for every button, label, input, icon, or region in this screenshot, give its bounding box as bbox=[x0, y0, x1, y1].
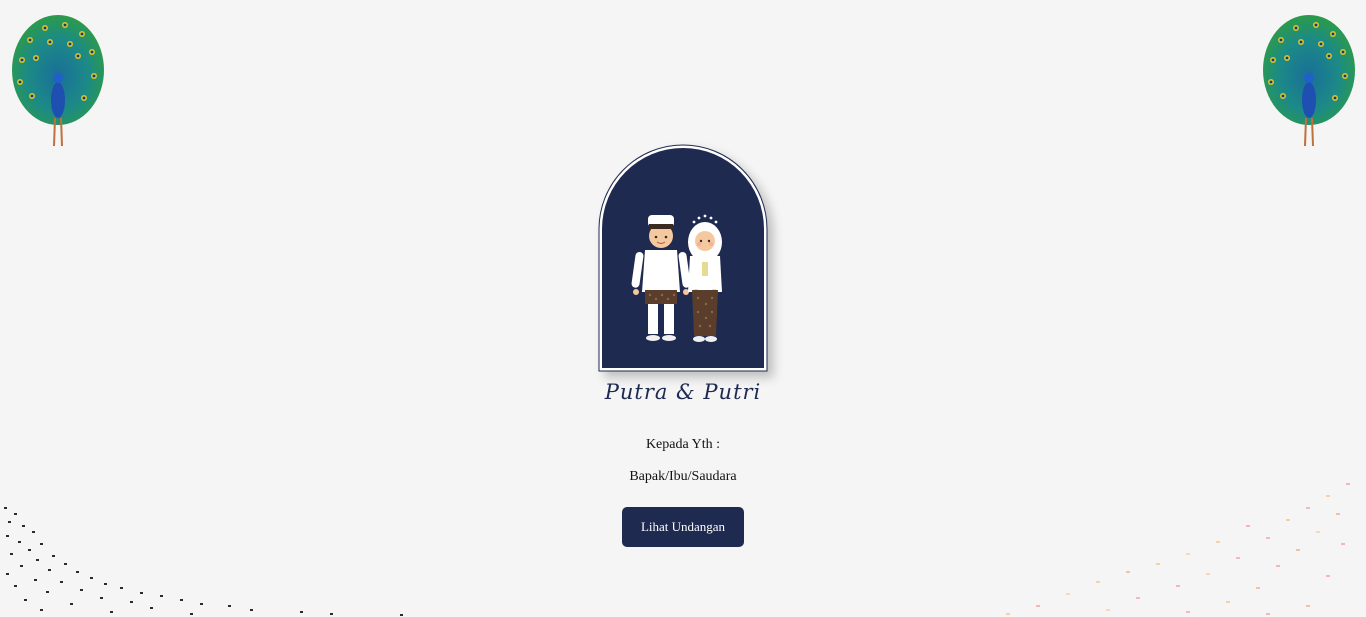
couple-arch-frame bbox=[598, 144, 768, 372]
peacock-right-icon bbox=[1263, 15, 1355, 147]
peacock-left-icon bbox=[12, 15, 104, 147]
invitation-cover: Putra & Putri Kepada Yth : Bapak/Ibu/Sau… bbox=[0, 0, 1366, 617]
guest-name: Bapak/Ibu/Saudara bbox=[629, 469, 737, 484]
open-invitation-button[interactable]: Lihat Undangan bbox=[622, 507, 744, 547]
scatter-dots-right-decoration bbox=[1006, 483, 1350, 615]
recipient-greeting: Kepada Yth : bbox=[645, 437, 721, 452]
couple-names: Putra & Putri bbox=[604, 380, 762, 404]
scatter-dots-left-decoration bbox=[4, 507, 403, 616]
